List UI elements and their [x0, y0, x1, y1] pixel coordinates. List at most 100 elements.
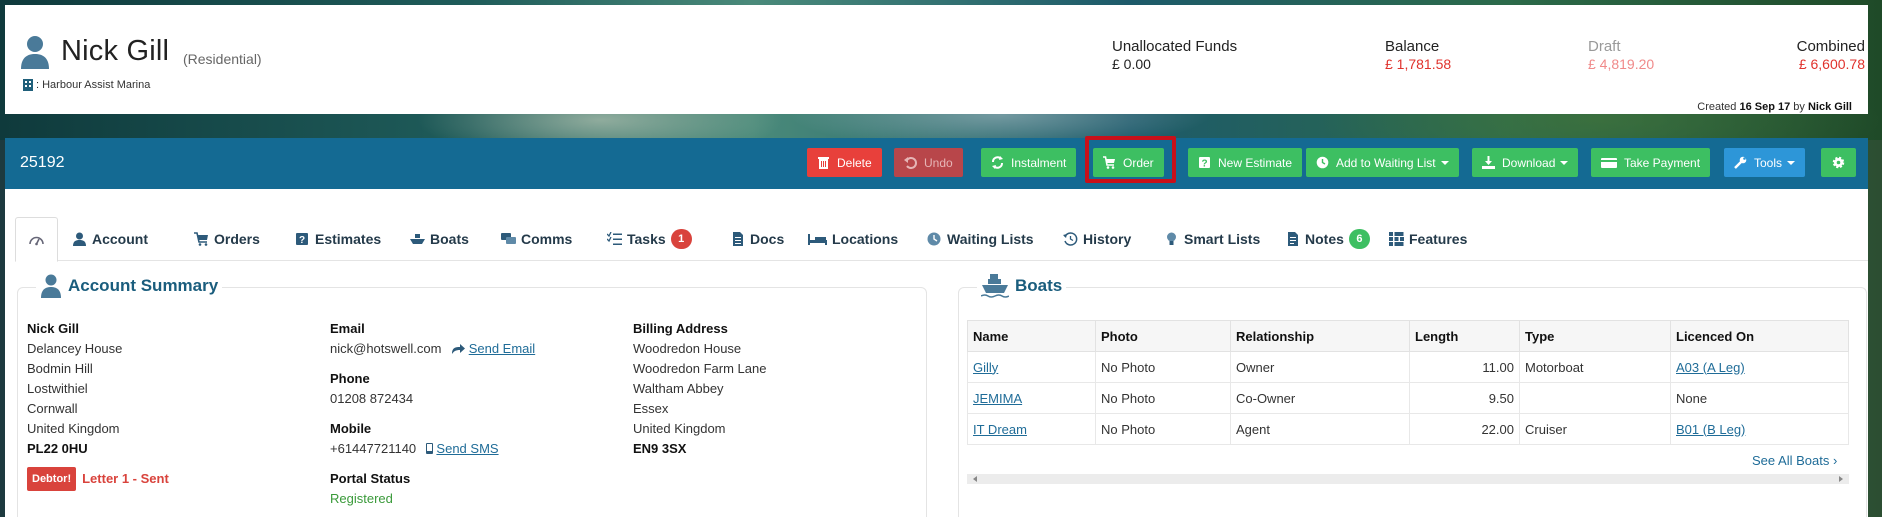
boat-type: Cruiser: [1519, 413, 1671, 445]
svg-text:?: ?: [299, 235, 305, 246]
person-icon: [41, 274, 61, 298]
grid-icon: [1389, 232, 1404, 246]
unallocated-label: Unallocated Funds: [1112, 38, 1238, 55]
boat-icon: [410, 234, 425, 244]
horizontal-scrollbar[interactable]: [967, 474, 1849, 484]
main-content: Account Orders ? Estimates Boats Comms T…: [5, 189, 1868, 517]
mobile-row: +61447721140 Send SMS: [330, 439, 535, 459]
tab-waiting-lists[interactable]: Waiting Lists: [927, 217, 1034, 261]
scroll-right-icon[interactable]: [1839, 476, 1843, 482]
boat-name-link[interactable]: JEMIMA: [973, 391, 1022, 406]
boat-icon: [981, 274, 1009, 298]
download-button[interactable]: Download: [1472, 148, 1579, 177]
column-header[interactable]: Licenced On: [1670, 320, 1849, 352]
bed-icon: [808, 234, 827, 245]
customer-header: Nick Gill (Residential) : Harbour Assist…: [5, 5, 1868, 114]
chat-icon: [501, 233, 516, 244]
billing-line: Essex: [633, 401, 669, 416]
boat-type: Motorboat: [1519, 351, 1671, 383]
tools-button[interactable]: Tools: [1724, 148, 1806, 177]
delete-button[interactable]: Delete: [807, 148, 882, 177]
add-to-waiting-list-button[interactable]: Add to Waiting List: [1306, 148, 1459, 177]
tab-comms[interactable]: Comms: [501, 217, 572, 261]
portal-status-label: Portal Status: [330, 471, 411, 486]
tab-boats[interactable]: Boats: [410, 217, 469, 261]
address-line: Cornwall: [27, 401, 78, 416]
tab-notes[interactable]: Notes 6: [1285, 217, 1370, 261]
boat-photo: No Photo: [1095, 351, 1231, 383]
tab-dashboard[interactable]: [15, 217, 58, 262]
action-toolbar: 25192 Delete Undo Instalment Order ? New…: [5, 138, 1868, 189]
tab-smart-lists[interactable]: Smart Lists: [1164, 217, 1260, 261]
tab-features[interactable]: Features: [1389, 217, 1467, 261]
checklist-icon: [607, 232, 622, 245]
question-icon: ?: [296, 233, 308, 246]
created-date: 16 Sep 17: [1739, 101, 1791, 113]
balance-label: Balance: [1385, 38, 1440, 55]
see-all-boats-link[interactable]: See All Boats ›: [1752, 453, 1837, 468]
billing-line: Woodredon House: [633, 341, 742, 356]
address-line: Lostwithiel: [27, 381, 88, 396]
draft-label: Draft: [1588, 38, 1621, 55]
new-estimate-button[interactable]: ? New Estimate: [1188, 148, 1303, 177]
address-line: Bodmin Hill: [27, 361, 93, 376]
draft-value: £ 4,819.20: [1588, 56, 1655, 72]
licenced-on-link[interactable]: B01 (B Leg): [1676, 422, 1745, 437]
undo-button[interactable]: Undo: [894, 148, 963, 177]
boat-name-link[interactable]: IT Dream: [973, 422, 1027, 437]
chevron-down-icon: [1440, 160, 1449, 165]
customer-address: Nick Gill Delancey House Bodmin Hill Los…: [27, 319, 169, 491]
boat-relationship: Co-Owner: [1230, 382, 1410, 414]
customer-type: (Residential): [183, 51, 262, 67]
tab-estimates[interactable]: ? Estimates: [295, 217, 381, 261]
boats-table: Name Photo Relationship Length Type Lice…: [967, 320, 1849, 445]
scroll-left-icon[interactable]: [973, 476, 977, 482]
marina-name: : Harbour Assist Marina: [36, 79, 151, 91]
letter-status: Letter 1 - Sent: [82, 471, 169, 486]
licenced-on-link[interactable]: A03 (A Leg): [1676, 360, 1745, 375]
balance: Balance £ 1,781.58: [1385, 38, 1451, 72]
tab-history[interactable]: History: [1063, 217, 1131, 261]
table-row: JEMIMA No Photo Co-Owner 9.50 None: [967, 382, 1849, 414]
billing-address: Billing Address Woodredon House Woodredo…: [633, 319, 766, 459]
trash-icon: [818, 157, 829, 169]
tab-locations[interactable]: Locations: [808, 217, 898, 261]
send-sms-link[interactable]: Send SMS: [436, 441, 498, 456]
lightbulb-icon: [1167, 232, 1176, 245]
mobile-label: Mobile: [330, 421, 372, 436]
email-label: Email: [330, 321, 365, 336]
send-email-link[interactable]: Send Email: [469, 341, 535, 356]
share-icon: [452, 344, 466, 354]
created-info: Created 16 Sep 17 by Nick Gill: [1697, 101, 1852, 113]
tab-orders[interactable]: Orders: [194, 217, 260, 261]
email-row: nick@hotswell.com Send Email: [330, 339, 535, 359]
column-header[interactable]: Name: [967, 320, 1096, 352]
column-header[interactable]: Relationship: [1230, 320, 1410, 352]
take-payment-button[interactable]: Take Payment: [1591, 148, 1711, 177]
boat-name-link[interactable]: Gilly: [973, 360, 998, 375]
boat-length: 9.50: [1409, 382, 1520, 414]
wrench-icon: [1734, 156, 1747, 169]
draft: Draft £ 4,819.20: [1588, 38, 1654, 72]
settings-button[interactable]: [1821, 148, 1856, 177]
table-row: Gilly No Photo Owner 11.00 Motorboat A03…: [967, 351, 1849, 383]
column-header[interactable]: Type: [1519, 320, 1671, 352]
column-header[interactable]: Photo: [1095, 320, 1231, 352]
boat-photo: No Photo: [1095, 413, 1231, 445]
tab-tasks[interactable]: Tasks 1: [607, 217, 692, 261]
created-by: by: [1793, 101, 1805, 113]
tab-docs[interactable]: Docs: [730, 217, 784, 261]
chevron-right-icon: ›: [1832, 453, 1838, 468]
tab-account[interactable]: Account: [72, 217, 148, 261]
contact-details: Email nick@hotswell.com Send Email Phone…: [330, 319, 535, 509]
debtor-badge: Debtor!: [27, 467, 77, 491]
boats-heading: Boats: [977, 274, 1067, 298]
billing-label: Billing Address: [633, 321, 728, 336]
mobile-phone-icon: [425, 443, 433, 454]
clock-icon: [927, 232, 941, 246]
created-user: Nick Gill: [1807, 101, 1852, 113]
address-line: United Kingdom: [27, 421, 120, 436]
instalment-button[interactable]: Instalment: [981, 148, 1077, 177]
tab-bar: Account Orders ? Estimates Boats Comms T…: [15, 217, 1868, 262]
column-header[interactable]: Length: [1409, 320, 1520, 352]
